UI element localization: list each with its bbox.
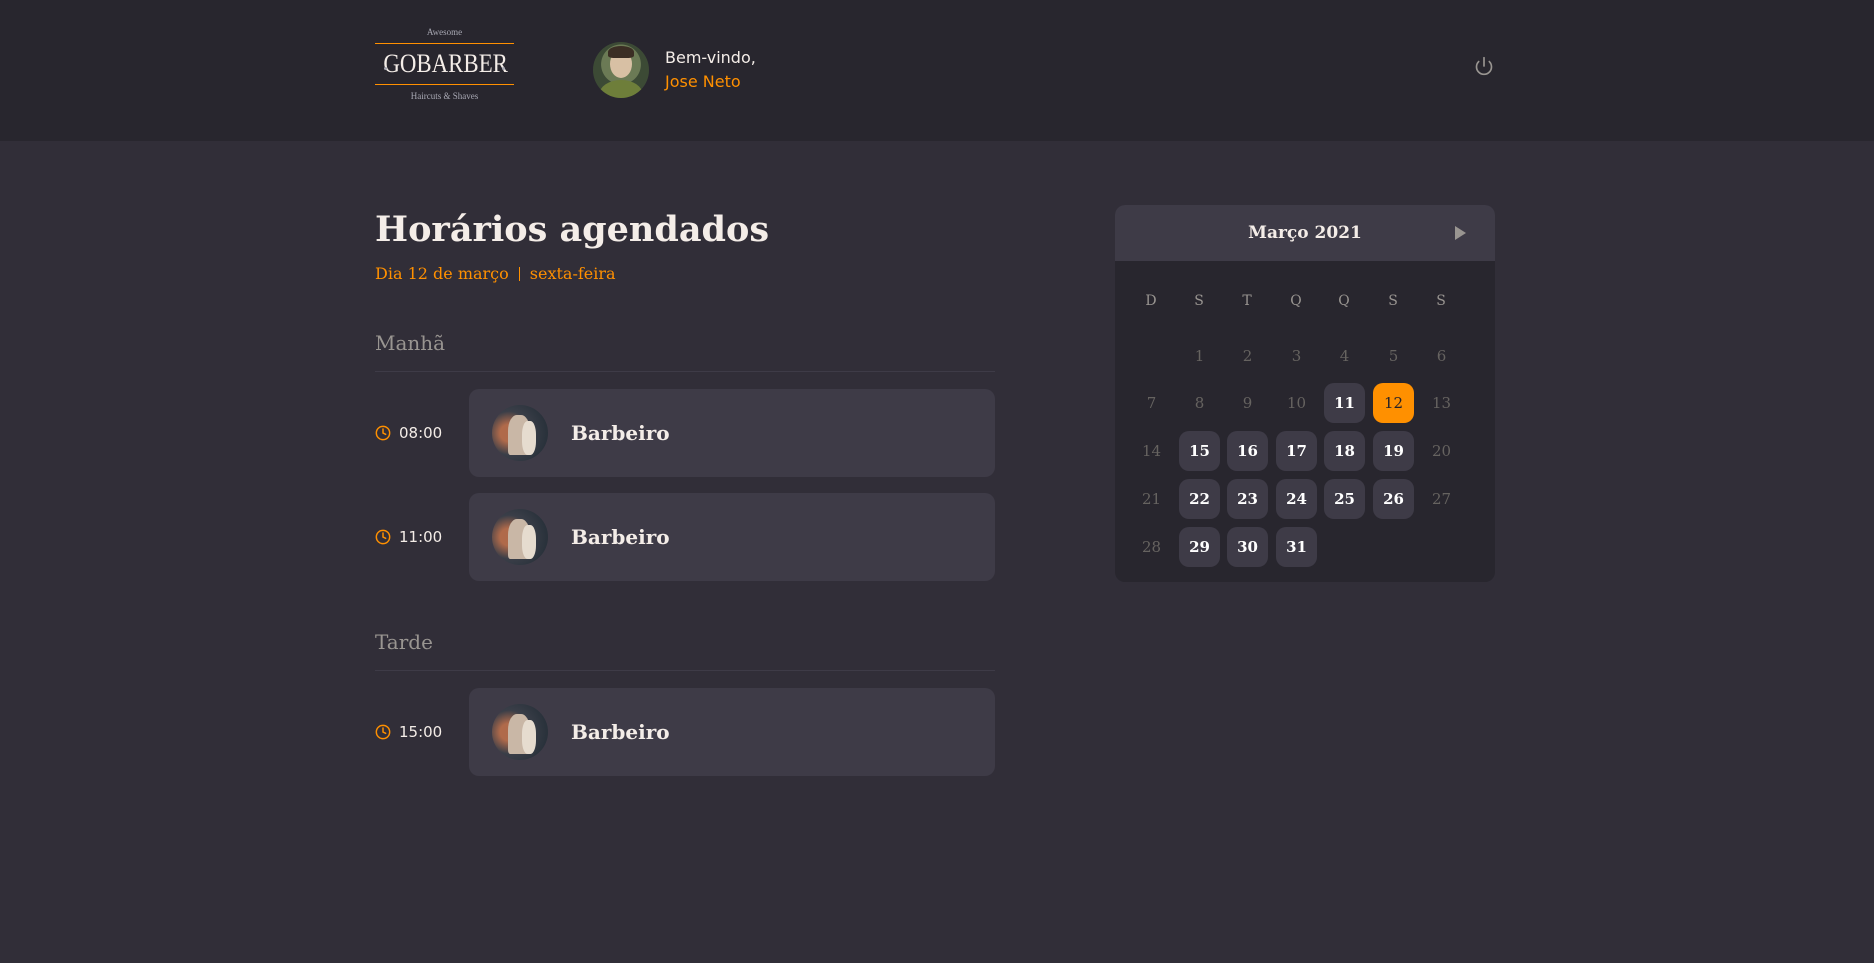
- weekday-label: D: [1145, 293, 1157, 309]
- calendar-day[interactable]: 19: [1373, 431, 1414, 471]
- calendar-day: 21: [1141, 490, 1162, 508]
- calendar-day: 2: [1242, 347, 1253, 365]
- afternoon-title: Tarde: [375, 628, 995, 671]
- provider-name: Barbeiro: [571, 421, 670, 445]
- calendar-day[interactable]: 26: [1373, 479, 1414, 519]
- calendar-day[interactable]: 15: [1179, 431, 1220, 471]
- top-header: Awesome GOBARBER Haircuts & Shaves Bem-v…: [0, 0, 1874, 141]
- appointment-time-text: 11:00: [399, 528, 443, 546]
- logo-dot-right: [502, 67, 505, 70]
- calendar-day[interactable]: 31: [1276, 527, 1317, 567]
- appointment-row: 11:00 Barbeiro: [375, 493, 995, 581]
- appointment-card[interactable]: Barbeiro: [469, 389, 995, 477]
- provider-avatar: [492, 704, 548, 760]
- welcome-text: Bem-vindo,: [665, 48, 756, 67]
- appointment-card[interactable]: Barbeiro: [469, 493, 995, 581]
- appointment-time: 15:00: [375, 688, 442, 776]
- weekday-label: Q: [1290, 293, 1302, 309]
- username-link[interactable]: Jose Neto: [665, 70, 756, 94]
- provider-name: Barbeiro: [571, 720, 670, 744]
- calendar-day: 28: [1141, 538, 1162, 556]
- calendar-day: 27: [1431, 490, 1452, 508]
- schedule-header: Horários agendados Dia 12 de março sexta…: [375, 206, 995, 283]
- clock-icon: [375, 529, 391, 545]
- calendar-day: 4: [1339, 347, 1350, 365]
- calendar-day: 9: [1242, 394, 1253, 412]
- calendar-day: 1: [1194, 347, 1205, 365]
- morning-section: Manhã 08:00 Barbeiro 11:00 Barbeiro: [375, 329, 995, 581]
- power-icon[interactable]: [1474, 56, 1494, 76]
- calendar-month-label: Março 2021: [1248, 223, 1362, 243]
- appointment-time: 08:00: [375, 389, 442, 477]
- calendar-day[interactable]: 29: [1179, 527, 1220, 567]
- weekday-label: T: [1242, 293, 1252, 309]
- weekday-label: Q: [1338, 293, 1350, 309]
- calendar-day: 13: [1431, 394, 1452, 412]
- provider-avatar: [492, 509, 548, 565]
- clock-icon: [375, 724, 391, 740]
- calendar-day: 5: [1388, 347, 1399, 365]
- selected-weekday-text: sexta-feira: [529, 264, 616, 283]
- logo-wordmark: GOBARBER: [383, 49, 508, 78]
- appointment-card[interactable]: Barbeiro: [469, 688, 995, 776]
- calendar-day[interactable]: 30: [1227, 527, 1268, 567]
- appointment-row: 15:00 Barbeiro: [375, 688, 995, 776]
- morning-title: Manhã: [375, 329, 995, 372]
- calendar-day[interactable]: 11: [1324, 383, 1365, 423]
- user-avatar[interactable]: [593, 42, 649, 98]
- appointment-row: 08:00 Barbeiro: [375, 389, 995, 477]
- calendar-day[interactable]: 23: [1227, 479, 1268, 519]
- calendar-day: 20: [1431, 442, 1452, 460]
- calendar-day[interactable]: 12: [1373, 383, 1414, 423]
- calendar-day[interactable]: 22: [1179, 479, 1220, 519]
- provider-name: Barbeiro: [571, 525, 670, 549]
- logo-tagline-bottom: Haircuts & Shaves: [410, 91, 479, 101]
- clock-icon: [375, 425, 391, 441]
- date-picker-calendar: Março 2021 D S T Q Q S S 1 2 3 4 5 6 7 8 9 10 11 12 13 14 15 1…: [1115, 205, 1495, 582]
- next-month-icon[interactable]: [1453, 225, 1467, 241]
- calendar-day[interactable]: 24: [1276, 479, 1317, 519]
- logo-divider-top: [375, 43, 514, 44]
- weekday-label: S: [1388, 293, 1398, 309]
- date-separator: [518, 266, 520, 281]
- selected-date: Dia 12 de março sexta-feira: [375, 264, 995, 283]
- calendar-day: 14: [1141, 442, 1162, 460]
- provider-avatar: [492, 405, 548, 461]
- afternoon-section: Tarde 15:00 Barbeiro: [375, 628, 995, 778]
- calendar-day[interactable]: 25: [1324, 479, 1365, 519]
- weekday-label: S: [1436, 293, 1446, 309]
- user-profile[interactable]: Bem-vindo, Jose Neto: [593, 42, 756, 98]
- calendar-header: Março 2021: [1115, 205, 1495, 261]
- calendar-day[interactable]: 16: [1227, 431, 1268, 471]
- appointment-time-text: 08:00: [399, 424, 443, 442]
- weekday-label: S: [1194, 293, 1204, 309]
- appointment-time-text: 15:00: [399, 723, 443, 741]
- logo-divider-bottom: [375, 84, 514, 85]
- calendar-day: 3: [1291, 347, 1302, 365]
- calendar-day[interactable]: 18: [1324, 431, 1365, 471]
- calendar-day: 8: [1194, 394, 1205, 412]
- logo-dot-left: [384, 67, 387, 70]
- calendar-day: 7: [1146, 394, 1157, 412]
- appointment-time: 11:00: [375, 493, 442, 581]
- calendar-day: 6: [1436, 347, 1447, 365]
- page-title: Horários agendados: [375, 209, 770, 250]
- selected-day-text: Dia 12 de março: [375, 264, 509, 283]
- calendar-day[interactable]: 17: [1276, 431, 1317, 471]
- gobarber-logo: Awesome GOBARBER Haircuts & Shaves: [375, 26, 514, 112]
- calendar-day: 10: [1286, 394, 1307, 412]
- logo-tagline-top: Awesome: [426, 27, 463, 37]
